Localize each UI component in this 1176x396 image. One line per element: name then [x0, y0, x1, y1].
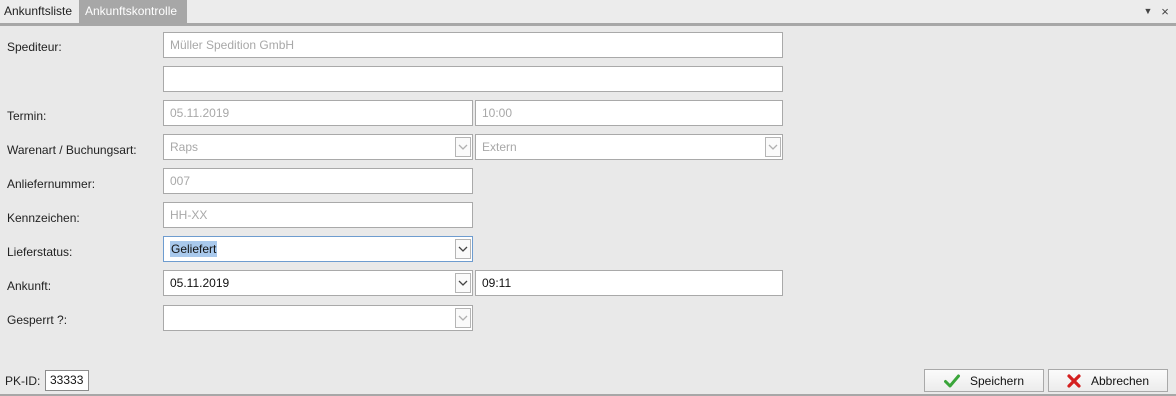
anliefernummer-label: Anliefernummer: [7, 177, 96, 191]
cross-icon [1067, 373, 1081, 388]
warenart-label: Warenart / Buchungsart: [7, 143, 137, 157]
ankunft-date-value: 05.11.2019 [170, 276, 230, 290]
spediteur-label: Spediteur: [7, 40, 62, 54]
ankunft-time-field[interactable]: 09:11 [475, 270, 783, 296]
pk-id-label: PK-ID: [5, 374, 41, 388]
chevron-down-icon[interactable] [455, 308, 471, 328]
chevron-down-icon[interactable] [455, 273, 471, 293]
termin-time-field[interactable]: 10:00 [475, 100, 783, 126]
anliefernummer-field[interactable]: 007 [163, 168, 473, 194]
chevron-down-icon[interactable] [455, 137, 471, 157]
warenart-select[interactable]: Raps [163, 134, 473, 160]
tab-bar: Ankunftsliste Ankunftskontrolle ▼ × [0, 0, 1176, 26]
buchungsart-value: Extern [482, 140, 517, 154]
cancel-button[interactable]: Abbrechen [1048, 369, 1168, 392]
lieferstatus-label: Lieferstatus: [7, 245, 73, 259]
ankunft-date-picker[interactable]: 05.11.2019 [163, 270, 473, 296]
tab-ankunftskontrolle[interactable]: Ankunftskontrolle [79, 0, 187, 23]
lieferstatus-select[interactable]: Geliefert [163, 236, 473, 262]
chevron-down-icon[interactable] [455, 239, 471, 259]
gesperrt-select[interactable] [163, 305, 473, 331]
kennzeichen-field[interactable]: HH-XX [163, 202, 473, 228]
checkmark-icon [943, 374, 960, 388]
tab-ankunftsliste[interactable]: Ankunftsliste [0, 0, 79, 23]
warenart-value: Raps [170, 140, 199, 154]
termin-label: Termin: [7, 109, 47, 123]
spediteur-field[interactable]: Müller Spedition GmbH [163, 32, 783, 58]
ankunft-label: Ankunft: [7, 279, 52, 293]
close-icon[interactable]: × [1158, 0, 1172, 23]
pk-id-field[interactable]: 33333 [45, 370, 89, 391]
buchungsart-select[interactable]: Extern [475, 134, 783, 160]
lieferstatus-value: Geliefert [170, 241, 218, 257]
save-button-label: Speichern [969, 373, 1025, 388]
gesperrt-label: Gesperrt ?: [7, 313, 68, 327]
spediteur-extra-field[interactable] [163, 66, 783, 92]
save-button[interactable]: Speichern [924, 369, 1044, 392]
termin-date-field[interactable]: 05.11.2019 [163, 100, 473, 126]
tab-dropdown-icon[interactable]: ▼ [1141, 0, 1155, 23]
kennzeichen-label: Kennzeichen: [7, 211, 80, 225]
cancel-button-label: Abbrechen [1090, 373, 1150, 388]
chevron-down-icon[interactable] [765, 137, 781, 157]
